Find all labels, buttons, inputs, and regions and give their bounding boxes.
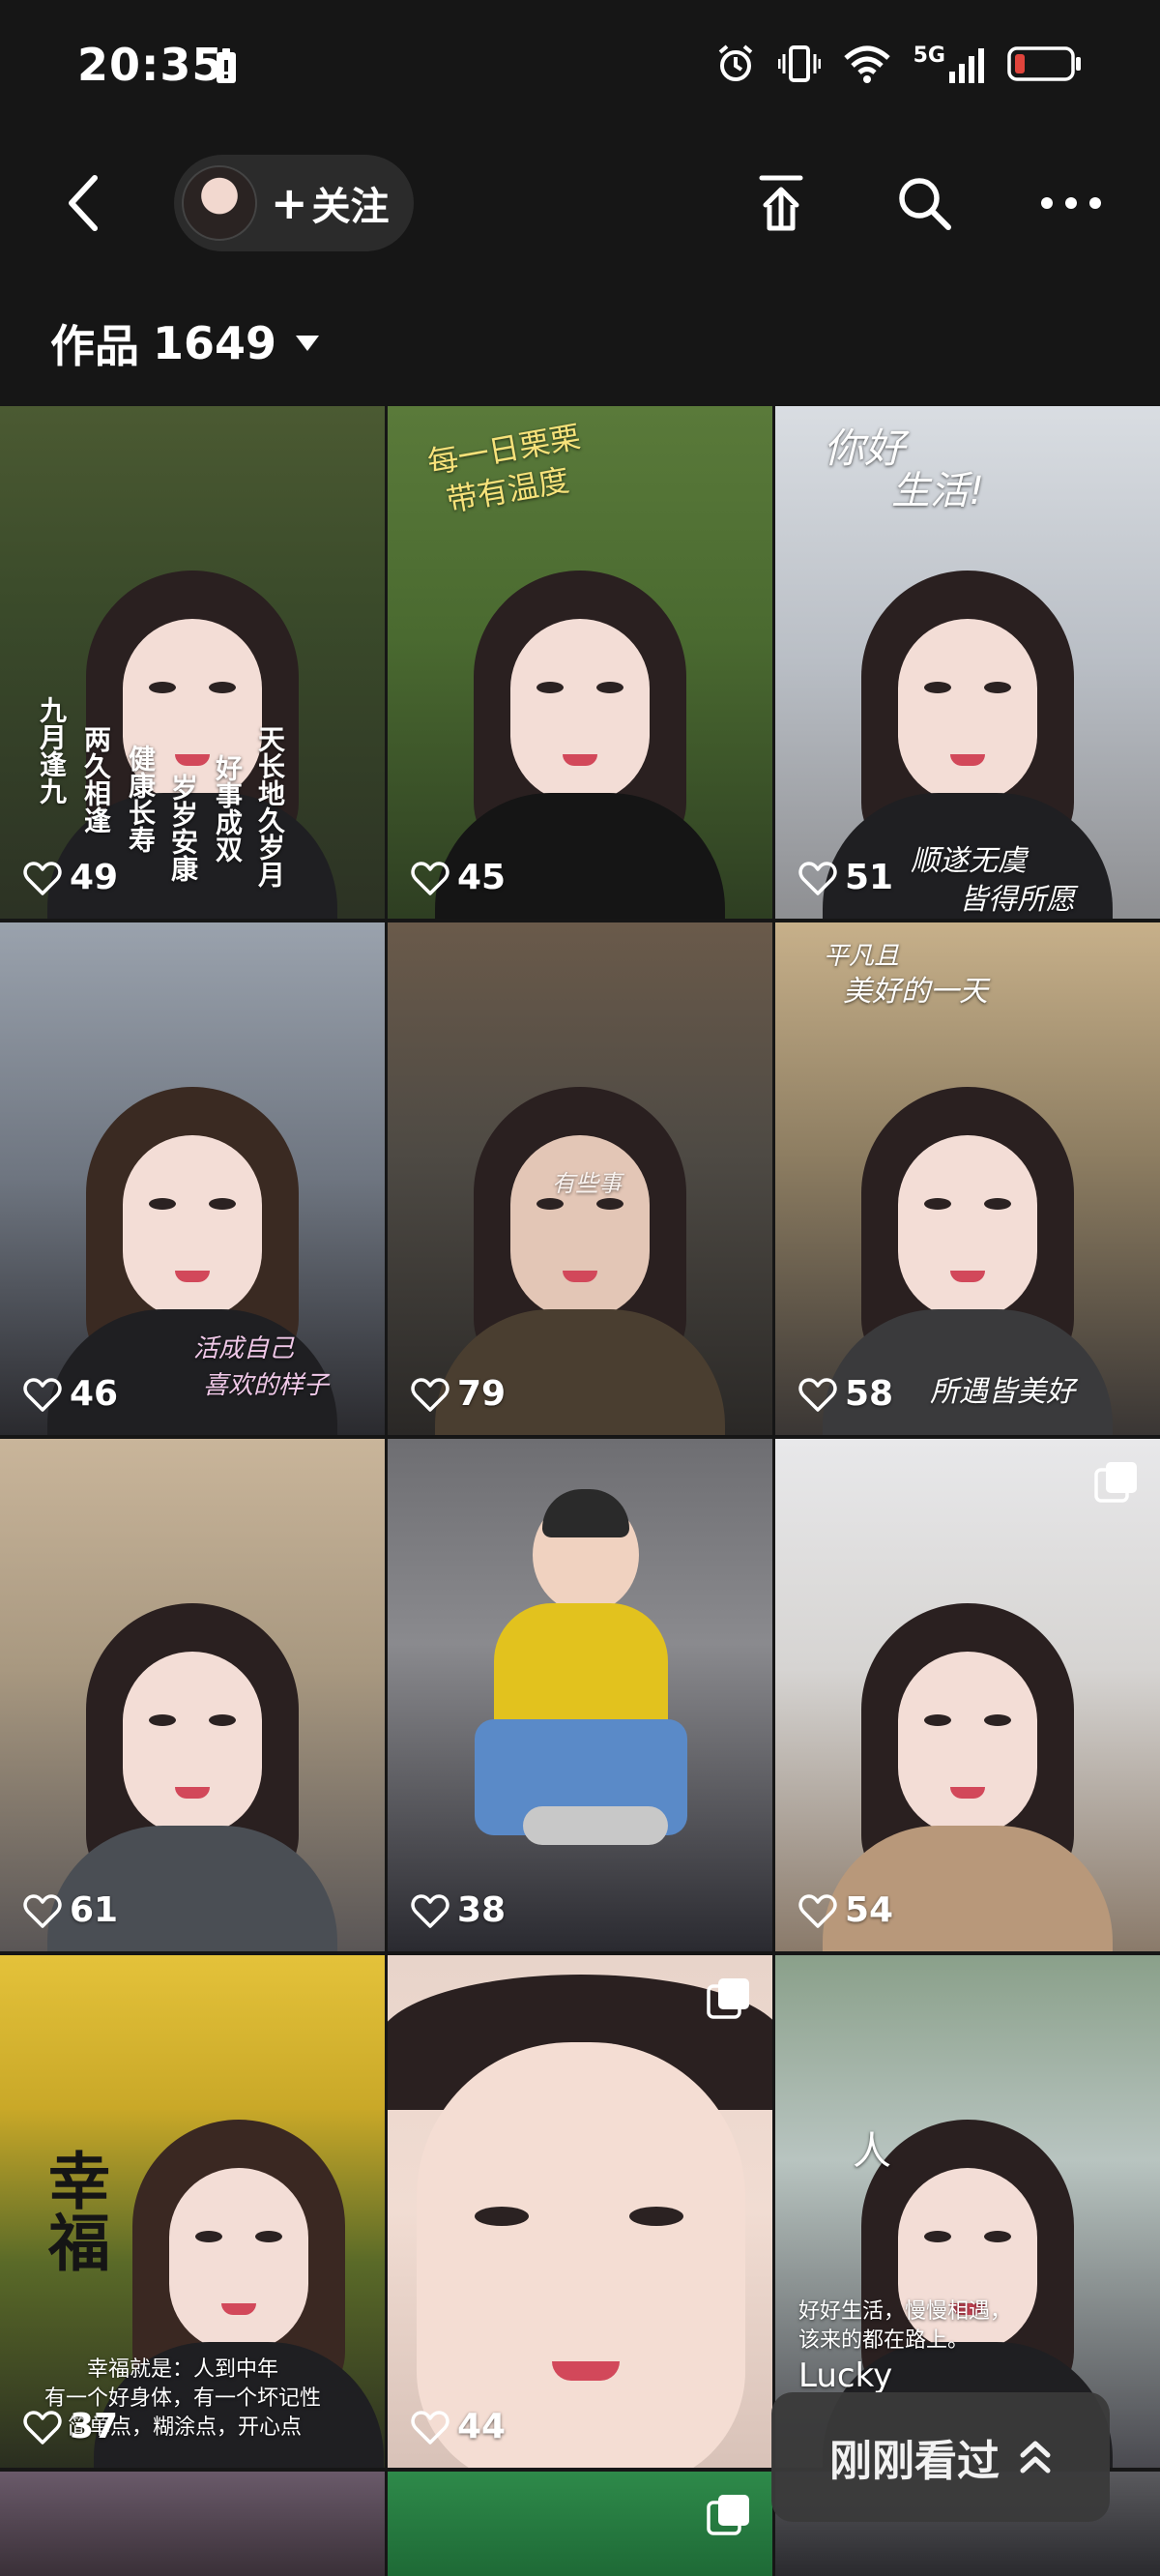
heart-icon xyxy=(798,1893,837,1928)
wifi-icon xyxy=(842,43,892,85)
status-icons: 5G xyxy=(714,43,1083,85)
back-icon xyxy=(69,175,98,231)
heart-icon xyxy=(411,1893,450,1928)
like-count: 46 xyxy=(23,1374,118,1414)
battery-saver-icon xyxy=(215,48,238,89)
heart-icon xyxy=(23,1893,62,1928)
like-count: 37 xyxy=(23,2407,118,2446)
multi-image-icon xyxy=(1094,1462,1137,1503)
overlay-text: 该来的都在路上。 xyxy=(798,2328,970,2353)
heart-icon xyxy=(23,2410,62,2444)
nav-bar: + 关注 xyxy=(0,145,1160,261)
follow-button[interactable]: + 关注 xyxy=(174,155,414,251)
overlay-text: 九月逢九 xyxy=(36,696,68,805)
multi-image-icon xyxy=(707,1978,749,2019)
like-count: 45 xyxy=(411,858,506,897)
overlay-text: 喜欢的样子 xyxy=(203,1371,330,1400)
vibrate-icon xyxy=(777,43,821,85)
signal-icon: 5G xyxy=(914,44,986,85)
overlay-text: 两久相逢 xyxy=(80,725,112,834)
recently-viewed-label: 刚刚看过 xyxy=(829,2437,1000,2486)
network-label: 5G xyxy=(913,43,945,68)
search-icon xyxy=(899,178,951,230)
recently-viewed-button[interactable]: 刚刚看过 xyxy=(771,2392,1110,2522)
works-count: 1649 xyxy=(153,317,277,369)
video-tile[interactable]: 38 xyxy=(388,1439,772,1951)
follow-label: 关注 xyxy=(311,185,390,229)
video-tile[interactable]: 平凡且 美好的一天 所遇皆美好 58 xyxy=(775,922,1160,1435)
overlay-text: 岁岁安康 xyxy=(167,774,199,882)
overlay-text: 幸福 xyxy=(38,2149,109,2272)
overlay-text: 顺遂无虞 xyxy=(911,844,1027,878)
multi-image-icon xyxy=(707,2495,749,2535)
more-icon xyxy=(1041,197,1101,209)
like-count: 54 xyxy=(798,1890,893,1930)
caret-down-icon xyxy=(296,336,320,351)
overlay-text: Lucky xyxy=(798,2356,893,2395)
status-time: 20:35 xyxy=(77,39,224,91)
search-button[interactable] xyxy=(885,164,963,242)
like-count: 51 xyxy=(798,858,893,897)
portrait xyxy=(388,1975,772,2468)
like-count: 61 xyxy=(23,1890,118,1930)
heart-icon xyxy=(798,861,837,895)
overlay-text: 所遇皆美好 xyxy=(930,1375,1075,1409)
avatar[interactable] xyxy=(182,165,257,241)
like-count: 44 xyxy=(411,2407,506,2446)
battery-low-icon xyxy=(1007,44,1083,83)
plus-icon: + xyxy=(271,177,308,229)
like-count: 79 xyxy=(411,1374,506,1414)
back-button[interactable] xyxy=(44,164,122,242)
overlay-text: 美好的一天 xyxy=(843,975,988,1009)
share-icon xyxy=(759,175,803,231)
video-tile[interactable]: 活成自己 喜欢的样子 46 xyxy=(0,922,385,1435)
video-tile[interactable]: 44 xyxy=(388,1955,772,2468)
overlay-text: 人 xyxy=(853,2129,891,2174)
like-count: 58 xyxy=(798,1374,893,1414)
heart-icon xyxy=(411,861,450,895)
like-count: 49 xyxy=(23,858,118,897)
more-button[interactable] xyxy=(1032,164,1110,242)
share-button[interactable] xyxy=(742,164,820,242)
video-tile[interactable]: 九月逢九 两久相逢 健康长寿 岁岁安康 好事成双 天长地久岁月 49 xyxy=(0,406,385,919)
child-figure xyxy=(475,1489,687,1903)
video-tile[interactable]: 61 xyxy=(0,1439,385,1951)
video-tile[interactable]: 幸福 幸福就是：人到中年 有一个好身体，有一个坏记性 简单点，糊涂点，开心点 3… xyxy=(0,1955,385,2468)
alarm-icon xyxy=(714,43,757,85)
overlay-text: 生活! xyxy=(891,469,985,513)
heart-icon xyxy=(411,1377,450,1412)
overlay-text: 好事成双 xyxy=(212,754,244,863)
heart-icon xyxy=(411,2410,450,2444)
overlay-text: 活成自己 xyxy=(193,1334,295,1363)
heart-icon xyxy=(23,1377,62,1412)
video-tile[interactable]: 人 好好生活，慢慢相遇， 该来的都在路上。 Lucky xyxy=(775,1955,1160,2468)
video-tile[interactable]: 你好 生活! 顺遂无虞 皆得所愿 51 xyxy=(775,406,1160,919)
overlay-text: 好好生活，慢慢相遇， xyxy=(798,2299,1012,2324)
overlay-text: 有些事 xyxy=(552,1170,622,1197)
overlay-text: 皆得所愿 xyxy=(959,883,1075,917)
video-tile[interactable] xyxy=(388,2472,772,2576)
video-tile[interactable]: 54 xyxy=(775,1439,1160,1951)
overlay-text: 幸福就是：人到中年 xyxy=(87,2357,279,2382)
overlay-text: 健康长寿 xyxy=(125,745,157,853)
video-tile[interactable]: 有些事 79 xyxy=(388,922,772,1435)
double-chevron-up-icon xyxy=(1020,2441,1051,2474)
heart-icon xyxy=(798,1377,837,1412)
overlay-text: 天长地久岁月 xyxy=(254,725,286,888)
status-bar: 20:35 5G xyxy=(0,0,1160,145)
video-tile[interactable] xyxy=(0,2472,385,2576)
heart-icon xyxy=(23,861,62,895)
like-count: 38 xyxy=(411,1890,506,1930)
works-label: 作品 xyxy=(50,320,139,372)
video-tile[interactable]: 每一日栗栗 带有温度 45 xyxy=(388,406,772,919)
works-filter[interactable]: 作品 1649 xyxy=(50,311,321,375)
